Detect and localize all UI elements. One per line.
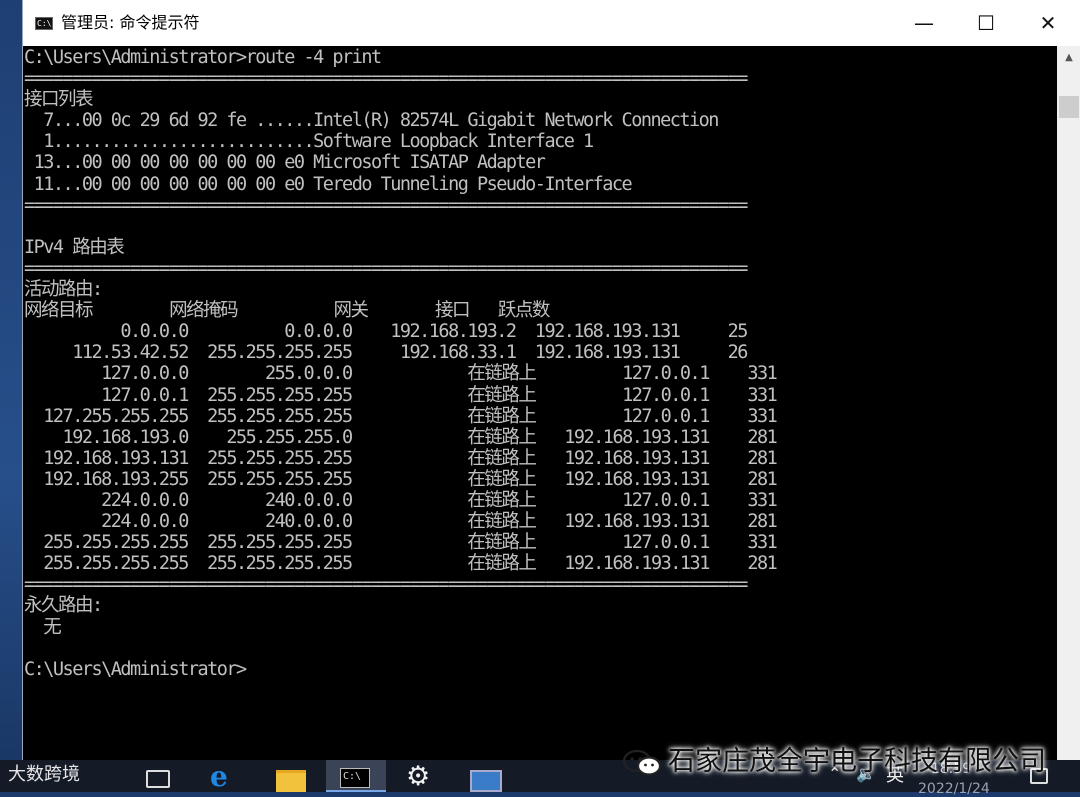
console-line: 1...........................Software Loo… [24,131,594,153]
console-line: 无 [24,616,62,638]
console-line: IPv4 路由表 [24,236,125,258]
console-line: 接口列表 [24,89,94,111]
close-button[interactable]: ✕ [1017,0,1079,46]
scroll-thumb[interactable] [1059,96,1079,118]
server-manager-icon[interactable] [470,770,502,792]
console-output[interactable]: C:\Users\Administrator>route -4 print ==… [23,46,1057,760]
window-title: 管理员: 命令提示符 [61,13,200,32]
console-line: 网络目标 网络掩码 网关 接口 跃点数 [24,300,550,322]
console-line: 11...00 00 00 00 00 00 00 e0 Teredo Tunn… [24,173,633,195]
console-line: 永久路由: [24,595,103,617]
desktop-background [0,0,22,792]
console-line: 0.0.0.0 0.0.0.0 192.168.193.2 192.168.19… [24,321,748,343]
console-line: 192.168.193.0 255.255.255.0 在链路上 192.168… [24,426,778,448]
cmd-icon: C:\ [340,768,370,788]
taskbar-logo-label: 大数跨境 [8,764,80,785]
console-line: ========================================… [24,68,748,90]
console-line: 127.0.0.0 255.0.0.0 在链路上 127.0.0.1 331 [24,363,778,385]
console-line: 192.168.193.255 255.255.255.255 在链路上 192… [24,468,778,490]
watermark: 石家庄茂全宇电子科技有限公司 [622,742,1046,782]
watermark-text: 石家庄茂全宇电子科技有限公司 [668,746,1046,777]
console-app-icon: C:\ [35,17,53,30]
console-line: 255.255.255.255 255.255.255.255 在链路上 127… [24,532,778,554]
console-line: ========================================… [24,257,748,279]
scroll-up-arrow-icon[interactable]: ▲ [1057,46,1080,70]
taskbar-cmd-button[interactable]: C:\ [326,760,386,792]
task-view-icon[interactable] [146,770,170,788]
console-line: ========================================… [24,194,748,216]
vertical-scrollbar[interactable]: ▲ [1057,46,1080,760]
console-line: 127.0.0.1 255.255.255.255 在链路上 127.0.0.1… [24,384,778,406]
console-line: 13...00 00 00 00 00 00 00 e0 Microsoft I… [24,152,546,174]
console-line: 7...00 0c 29 6d 92 fe ......Intel(R) 825… [24,110,719,132]
internet-explorer-icon[interactable]: e [210,762,242,792]
title-bar[interactable]: C:\ 管理员: 命令提示符 — ☐ ✕ [23,0,1080,46]
wechat-icon [622,749,662,776]
console-line: 224.0.0.0 240.0.0.0 在链路上 127.0.0.1 331 [24,489,778,511]
console-line: 112.53.42.52 255.255.255.255 192.168.33.… [24,342,748,364]
console-line: C:\Users\Administrator>route -4 print [24,47,382,68]
console-line: 127.255.255.255 255.255.255.255 在链路上 127… [24,405,778,427]
maximize-button[interactable]: ☐ [955,0,1017,46]
console-line: 192.168.193.131 255.255.255.255 在链路上 192… [24,447,778,469]
console-line: 224.0.0.0 240.0.0.0 在链路上 192.168.193.131… [24,511,778,533]
file-explorer-icon[interactable] [276,770,306,792]
console-line: 活动路由: [24,279,103,301]
console-line: ========================================… [24,574,748,596]
clock-date: 2022/1/24 [918,781,990,797]
console-text: C:\Users\Administrator>route -4 print ==… [23,46,1057,680]
cmd-window[interactable]: C:\ 管理员: 命令提示符 — ☐ ✕ C:\Users\Administra… [22,0,1080,760]
minimize-button[interactable]: — [893,0,955,46]
console-line: 255.255.255.255 255.255.255.255 在链路上 192… [24,553,778,575]
settings-gear-icon[interactable]: ⚙ [406,762,436,792]
console-line: C:\Users\Administrator> [24,658,247,680]
